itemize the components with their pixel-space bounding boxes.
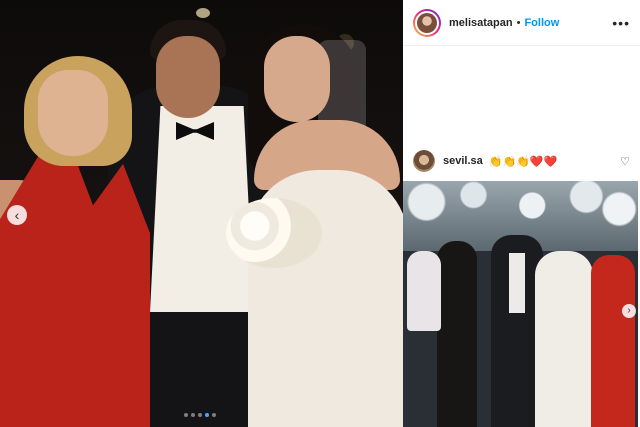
carousel-dot	[184, 413, 188, 417]
commenter-avatar[interactable]	[413, 150, 435, 172]
chevron-left-icon: ‹	[14, 207, 20, 223]
carousel-prev-button[interactable]: ‹	[7, 205, 27, 225]
follow-button[interactable]: Follow	[524, 17, 559, 29]
bouquet	[226, 198, 322, 268]
post-photo[interactable]: ‹	[0, 0, 403, 427]
commenter-username[interactable]: sevil.sa	[443, 155, 483, 167]
carousel-dot	[198, 413, 202, 417]
bride-face	[264, 36, 330, 122]
groom-shirt	[509, 253, 525, 313]
avatar-image	[417, 12, 437, 33]
groom-face	[156, 36, 220, 118]
avatar[interactable]	[413, 8, 441, 37]
username-link[interactable]: melisatapan	[449, 17, 513, 29]
light-bokeh	[196, 8, 210, 18]
separator-dot: •	[516, 16, 521, 29]
woman-red-dress	[591, 255, 635, 427]
woman-face	[38, 70, 108, 156]
more-options-icon[interactable]: •••	[612, 15, 630, 31]
like-comment-heart-icon[interactable]: ♡	[620, 155, 630, 168]
comment-text: 👏👏👏❤️❤️	[488, 155, 558, 168]
avatar-border	[415, 10, 439, 35]
carousel-next-button[interactable]: ›	[622, 304, 636, 318]
carousel-dot	[205, 413, 209, 417]
carousel-dots	[184, 413, 216, 417]
post-header: melisatapan • Follow •••	[403, 0, 640, 46]
second-post-photo[interactable]: ›	[403, 181, 638, 427]
red-dress	[0, 150, 150, 427]
chevron-right-icon: ›	[627, 305, 631, 316]
carousel-dot	[191, 413, 195, 417]
bride	[535, 251, 593, 427]
comment-row: sevil.sa 👏👏👏❤️❤️ ♡	[403, 146, 640, 176]
woman-black-dress	[437, 241, 477, 427]
child	[407, 251, 441, 331]
carousel-dot	[212, 413, 216, 417]
